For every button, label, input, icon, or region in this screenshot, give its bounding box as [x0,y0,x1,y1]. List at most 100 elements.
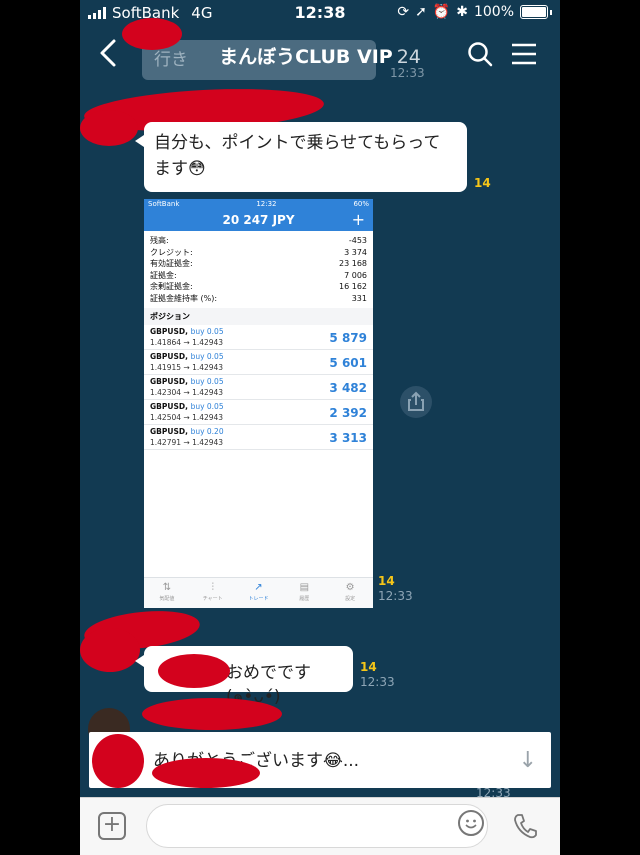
embedded-tab: ⇅ 気配値 [144,578,190,608]
battery-percent: 100% [473,4,514,20]
bubble-tail [135,135,144,147]
redaction-mark [122,18,182,50]
tab-icon: ⫶ [211,582,214,593]
positions-list: GBPUSD, buy 0.05 1.41864 → 1.42943 5 879 GB… [144,325,373,450]
rotation-lock-icon: ⟳ [397,4,410,20]
stat-label: 証拠金: [150,270,177,280]
balance-title: 20 247 JPY [222,213,295,227]
embedded-status-bar: SoftBank 12:32 60% [144,199,373,209]
tab-icon: ↗ [254,582,263,593]
tab-label: 設定 [345,596,356,602]
bubble-tail [135,655,144,667]
symbol-text: GBPUSD, [150,427,188,436]
symbol-text: GBPUSD, [150,402,188,411]
position-profit: 5 601 [329,356,367,370]
tab-icon: ▤ [299,582,310,593]
location-icon: ➚ [415,4,427,20]
message-time: 12:33 [360,675,395,689]
phone-screen: SoftBank 4G 12:38 ⟳ ➚ ⏰ ✱ 100% 行き 12:33 … [80,0,560,855]
stat-label: 残高: [150,236,169,245]
read-count: 14 [474,176,491,190]
tab-label: 履歴 [299,596,310,602]
position-row: GBPUSD, buy 0.05 1.41864 → 1.42943 5 879 [144,325,373,350]
account-stat-row: 証拠金: 7 006 [150,270,367,282]
symbol-text: GBPUSD, [150,327,188,336]
stat-label: クレジット: [150,247,193,257]
embedded-tab: ↗ トレード [236,578,282,608]
read-count: 14 [378,574,395,588]
position-profit: 2 392 [329,406,367,420]
symbol-text: GBPUSD, [150,377,188,386]
stat-value: -453 [348,236,367,245]
account-stat-row: クレジット: 3 374 [150,247,367,259]
balance-header: 20 247 JPY + [144,209,373,231]
account-stat-row: 証拠金維持率 (%): 331 [150,293,367,305]
embedded-tab: ⚙ 設定 [327,578,373,608]
menu-icon[interactable] [510,42,538,66]
redaction-mark [158,654,230,688]
emoji-icon[interactable] [458,810,484,836]
chat-name: まんぼうCLUB VIP [219,46,393,68]
position-side: buy 0.20 [190,427,224,436]
redaction-mark [92,734,144,788]
message-text: 自分も、ポイントで乗らせてもらって [154,133,441,153]
stat-value: 331 [351,293,367,303]
redaction-mark [152,758,260,788]
bluetooth-icon: ✱ [456,4,468,20]
position-profit: 5 879 [329,331,367,345]
tab-label: トレード [248,596,269,602]
stat-value: 3 374 [344,247,367,257]
message-meta: 14 12:33 [378,574,413,604]
plus-icon: + [351,210,365,229]
sender-name-redaction [80,628,140,672]
position-row: GBPUSD, buy 0.05 1.41915 → 1.42943 5 601 [144,350,373,375]
position-side: buy 0.05 [190,352,224,361]
battery-icon [520,5,548,19]
embedded-tab: ⫶ チャート [190,578,236,608]
sender-name-redaction [142,698,282,730]
search-icon[interactable] [466,40,494,68]
embedded-carrier: SoftBank [148,200,180,208]
stat-value: 7 006 [344,270,367,280]
alarm-icon: ⏰ [432,4,451,20]
position-row: GBPUSD, buy 0.05 1.42504 → 1.42943 2 392 [144,400,373,425]
message-text: ます😳 [154,159,206,179]
account-stat-row: 有効証拠金: 23 168 [150,258,367,270]
stat-value: 16 162 [339,282,367,291]
message-bubble[interactable]: 自分も、ポイントで乗らせてもらって ます😳 [144,122,467,192]
positions-label: ポジション [144,308,373,325]
position-row: GBPUSD, buy 0.20 1.42791 → 1.42943 3 313 [144,425,373,450]
embedded-tab-bar: ⇅ 気配値 ⫶ チャート ↗ トレード ▤ 履歴 ⚙ 設定 [144,577,373,608]
read-count: 14 [360,660,377,674]
phone-icon[interactable] [512,812,538,840]
symbol-text: GBPUSD, [150,352,188,361]
position-row: GBPUSD, buy 0.05 1.42304 → 1.42943 3 482 [144,375,373,400]
account-stats: 残高: -453 クレジット: 3 374 有効証拠金: 23 168 証拠金: 7 006 余… [144,231,373,306]
stat-label: 余剰証拠金: [150,282,193,291]
message-meta: 14 [474,176,491,191]
tab-label: 気配値 [159,596,175,602]
position-side: buy 0.05 [190,327,224,336]
plus-icon[interactable]: + [98,812,126,840]
position-profit: 3 313 [329,431,367,445]
share-icon[interactable] [400,386,432,418]
stat-label: 証拠金維持率 (%): [150,293,218,303]
position-profit: 3 482 [329,381,367,395]
input-bar: + [80,797,560,855]
message-input[interactable] [146,804,488,848]
chevron-down-icon[interactable]: ↓ [519,748,537,773]
embedded-tab: ▤ 履歴 [281,578,327,608]
position-side: buy 0.05 [190,377,224,386]
message-time: 12:33 [378,589,413,603]
tab-label: チャート [202,596,223,602]
tab-icon: ⚙ [345,582,355,593]
stat-value: 23 168 [339,259,367,268]
screenshot-image[interactable]: SoftBank 12:32 60% 20 247 JPY + 残高: -453 クレジッ… [144,199,373,608]
member-count: 24 [396,46,421,68]
account-stat-row: 残高: -453 [150,235,367,247]
embedded-battery: 60% [353,200,369,208]
stat-label: 有効証拠金: [150,259,193,268]
account-stat-row: 余剰証拠金: 16 162 [150,281,367,293]
status-icons: ⟳ ➚ ⏰ ✱ 100% [397,4,552,20]
sender-name-redaction [80,110,138,146]
